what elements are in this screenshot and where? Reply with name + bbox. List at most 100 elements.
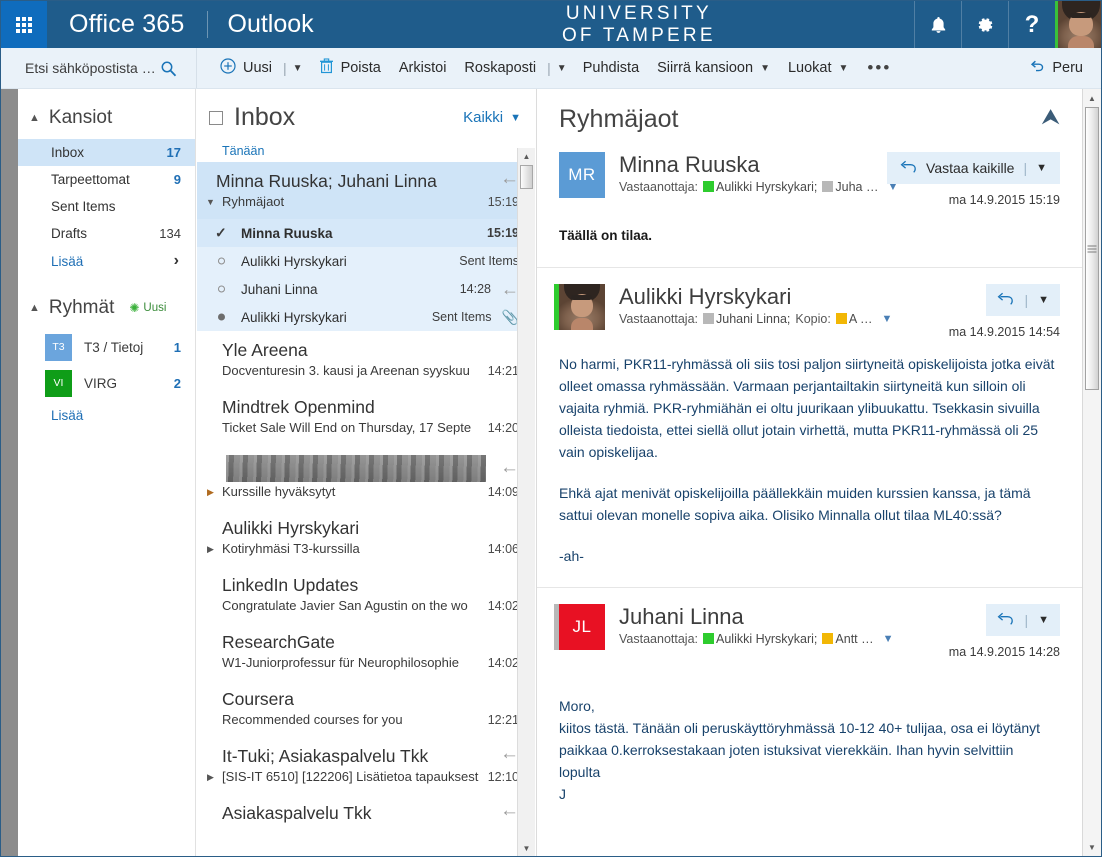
command-bar: Etsi sähköpostista ja … Uusi | ▼ Poista: [1, 48, 1101, 89]
recipient-chip-1: Juhani Linna;: [703, 312, 790, 326]
message-from: Coursera: [222, 689, 294, 709]
select-all-checkbox[interactable]: [209, 110, 223, 125]
child-meta: Sent Items: [459, 254, 519, 268]
move-to-folder-button[interactable]: Siirrä kansioon ▼: [648, 55, 779, 81]
chevron-down-icon[interactable]: ▼: [1038, 614, 1049, 626]
undo-button[interactable]: Peru: [1029, 59, 1083, 78]
message-header: JL Juhani Linna Vastaanottaja: Aulikki H…: [554, 604, 1060, 659]
user-avatar[interactable]: [1055, 1, 1101, 48]
folders-section-header[interactable]: ▲ Kansiot: [18, 89, 195, 139]
conversation-subject: Ryhmäjaot: [222, 194, 285, 209]
chevron-up-icon: ▲: [29, 112, 40, 124]
reply-button[interactable]: | ▼: [986, 604, 1060, 636]
settings-gear-icon[interactable]: [961, 1, 1008, 48]
search-input[interactable]: Etsi sähköpostista ja …: [1, 48, 197, 88]
message-from: It-Tuki; Asiakaspalvelu Tkk: [222, 746, 429, 766]
chevron-down-icon[interactable]: ▼: [1038, 294, 1049, 306]
reading-pane-subject: Ryhmäjaot: [559, 105, 679, 133]
sidebar-item-clutter[interactable]: Tarpeettomat 9: [18, 166, 195, 193]
groups-section-header[interactable]: ▲ Ryhmät ✺ Uusi: [18, 275, 195, 329]
sidebar-item-sent-items[interactable]: Sent Items: [18, 193, 195, 220]
left-edge-scrollbar[interactable]: [1, 89, 18, 856]
chevron-collapsed-icon[interactable]: ▶: [207, 544, 214, 555]
sweep-button[interactable]: Puhdista: [574, 55, 648, 81]
notifications-bell-icon[interactable]: [914, 1, 961, 48]
groups-more-label: Lisää: [51, 407, 84, 423]
message-from: LinkedIn Updates: [222, 575, 359, 595]
sender-avatar[interactable]: JL: [554, 604, 605, 650]
office365-brand[interactable]: Office 365: [47, 1, 207, 48]
list-item-selected-conversation[interactable]: Minna Ruuska; Juhani Linna ← ▼ Ryhmäjaot…: [197, 162, 535, 219]
junk-dropdown-button[interactable]: | ▼: [545, 55, 574, 81]
avatar-neck: [1068, 36, 1094, 48]
scrollbar-thumb[interactable]: [520, 165, 533, 189]
message-subject: Congratulate Javier San Agustin on the w…: [222, 598, 468, 613]
app-launcher-icon[interactable]: [1, 1, 47, 48]
list-item[interactable]: Yle Areena Docventuresin 3. kausi ja Are…: [197, 331, 535, 388]
collapse-chevrons-icon[interactable]: ⮝: [1041, 105, 1060, 129]
expand-recipients-icon[interactable]: ▼: [881, 313, 892, 325]
sender-avatar[interactable]: [554, 284, 605, 330]
message-subject: Recommended courses for you: [222, 712, 403, 727]
list-item[interactable]: Coursera Recommended courses for you 12:…: [197, 680, 535, 737]
delete-button[interactable]: Poista: [310, 53, 390, 83]
message-time: 12:10: [487, 770, 519, 784]
archive-button[interactable]: Arkistoi: [390, 55, 456, 81]
message-actions: | ▼ ma 14.9.2015 14:28: [949, 604, 1060, 659]
scroll-down-arrow-icon[interactable]: ▼: [1083, 838, 1101, 856]
window-scrollbar[interactable]: ▲ ▼: [1082, 89, 1101, 856]
new-button[interactable]: Uusi: [211, 53, 281, 83]
scroll-up-arrow-icon[interactable]: ▲: [518, 148, 535, 165]
sidebar-group-t3[interactable]: T3 T3 / Tietoj 1: [18, 329, 195, 365]
child-meta: Sent Items: [431, 310, 492, 324]
day-group-header[interactable]: Tänään: [197, 138, 535, 162]
conversation-child-row[interactable]: Aulikki Hyrskykari Sent Items: [197, 247, 535, 275]
overflow-menu-icon[interactable]: •••: [857, 59, 901, 76]
sidebar-item-drafts[interactable]: Drafts 134: [18, 220, 195, 247]
sender-avatar[interactable]: MR: [559, 152, 605, 198]
message-paragraph: Täällä on tilaa.: [559, 228, 653, 243]
sidebar-item-inbox[interactable]: Inbox 17: [18, 139, 195, 166]
list-item[interactable]: It-Tuki; Asiakaspalvelu Tkk ← ▶ [SIS-IT …: [197, 737, 535, 794]
new-group-button[interactable]: ✺ Uusi: [129, 301, 166, 315]
sidebar-group-virg[interactable]: VI VIRG 2: [18, 365, 195, 401]
list-item[interactable]: Mindtrek Openmind Ticket Sale Will End o…: [197, 388, 535, 445]
filter-dropdown[interactable]: Kaikki ▼: [463, 109, 521, 126]
reply-icon: [997, 611, 1014, 629]
scroll-up-arrow-icon[interactable]: ▲: [1083, 89, 1101, 107]
junk-button[interactable]: Roskaposti: [455, 55, 545, 81]
chevron-expanded-icon[interactable]: ▼: [206, 197, 215, 207]
reply-button[interactable]: | ▼: [986, 284, 1060, 316]
search-icon[interactable]: [160, 60, 177, 77]
list-item[interactable]: LinkedIn Updates Congratulate Javier San…: [197, 566, 535, 623]
conversation-child-row[interactable]: Aulikki Hyrskykari Sent Items 📎: [197, 303, 535, 331]
conversation-child-row[interactable]: Juhani Linna 14:28 ←: [197, 275, 535, 303]
scrollbar-thumb[interactable]: [1085, 107, 1099, 390]
cc-chip-1: A …: [835, 312, 872, 326]
help-question-icon[interactable]: ?: [1008, 1, 1055, 48]
message-subject: Kotiryhmäsi T3-kurssilla: [222, 541, 360, 556]
message-header: Aulikki Hyrskykari Vastaanottaja: Juhani…: [554, 284, 1060, 339]
list-item-redacted[interactable]: ← ▶ Kurssille hyväksytyt 14:09: [197, 445, 535, 509]
chevron-collapsed-icon[interactable]: ▶: [207, 487, 214, 498]
groups-more-link[interactable]: Lisää: [18, 401, 195, 429]
list-item[interactable]: ResearchGate W1-Juniorprofessur für Neur…: [197, 623, 535, 680]
outlook-app-title[interactable]: Outlook: [208, 1, 334, 48]
list-item[interactable]: Asiakaspalvelu Tkk ←: [197, 794, 535, 832]
categories-button[interactable]: Luokat ▼: [779, 55, 857, 81]
folder-name: Sent Items: [51, 199, 116, 214]
list-item[interactable]: Aulikki Hyrskykari ▶ Kotiryhmäsi T3-kurs…: [197, 509, 535, 566]
message-list-scrollbar[interactable]: ▲ ▼: [517, 148, 535, 856]
unread-bullet-icon: [218, 257, 225, 265]
avatar-initials: JL: [572, 617, 592, 636]
scroll-down-arrow-icon[interactable]: ▼: [518, 840, 535, 856]
folders-more-link[interactable]: Lisää ›: [18, 247, 195, 275]
chevron-down-icon[interactable]: ▼: [1036, 162, 1047, 174]
message-time: 12:21: [487, 713, 519, 727]
chevron-collapsed-icon[interactable]: ▶: [207, 772, 214, 783]
new-dropdown-button[interactable]: | ▼: [281, 55, 310, 81]
undo-label: Peru: [1052, 60, 1083, 76]
expand-recipients-icon[interactable]: ▼: [883, 633, 894, 645]
conversation-child-row[interactable]: ✓ Minna Ruuska 15:19: [197, 219, 535, 247]
reply-all-button[interactable]: Vastaa kaikille | ▼: [887, 152, 1060, 184]
